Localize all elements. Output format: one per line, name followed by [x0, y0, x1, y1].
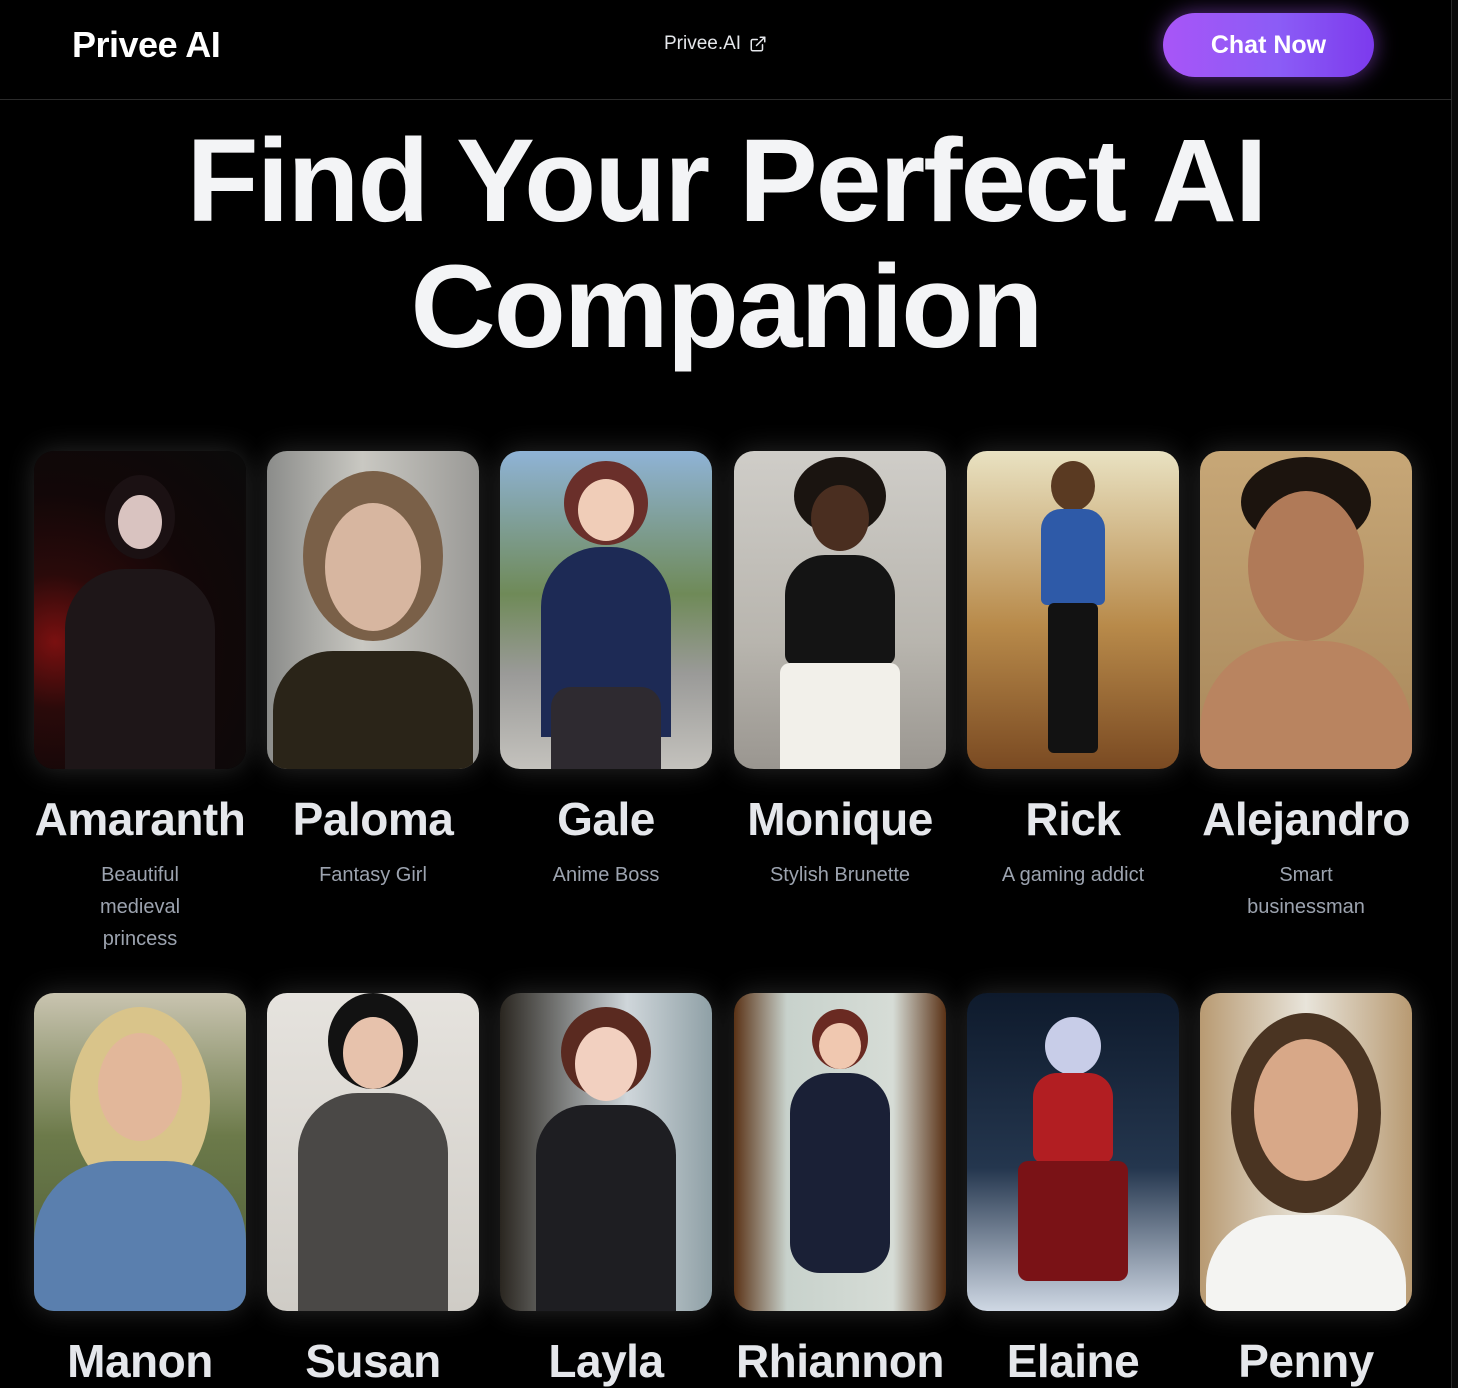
companion-photo[interactable]: [1200, 993, 1412, 1311]
companion-photo[interactable]: [967, 993, 1179, 1311]
companion-description: Stylish Brunette: [769, 864, 911, 886]
companion-photo[interactable]: [500, 993, 712, 1311]
companion-card-elaine[interactable]: Elaine: [967, 993, 1179, 1387]
companion-name: Susan: [305, 1335, 441, 1387]
scrollbar[interactable]: [1451, 0, 1458, 1388]
companion-description: Smart businessman: [1247, 864, 1365, 918]
companion-name: Amaranth: [34, 793, 246, 845]
companion-description: Beautiful medieval princess: [99, 864, 181, 950]
privee-ai-link[interactable]: Privee.AI: [664, 33, 767, 55]
companion-description: A gaming addict: [1001, 864, 1145, 886]
companion-photo[interactable]: [1200, 451, 1412, 769]
companion-photo[interactable]: [500, 451, 712, 769]
page: Privee AI Privee.AI Chat Now Find Your P…: [0, 0, 1458, 1388]
companion-name: Paloma: [292, 793, 454, 845]
companion-card-gale[interactable]: Gale Anime Boss: [500, 451, 712, 891]
hero-title-text: Find Your Perfect AI Companion: [186, 115, 1268, 373]
companion-card-paloma[interactable]: Paloma Fantasy Girl: [267, 451, 479, 891]
companion-photo[interactable]: [34, 993, 246, 1311]
companion-description: Anime Boss: [552, 864, 660, 886]
companion-name: Manon: [67, 1335, 213, 1387]
privee-ai-link-label: Privee.AI: [664, 33, 742, 54]
companion-photo[interactable]: [734, 451, 946, 769]
companion-card-amaranth[interactable]: Amaranth Beautiful medieval princess: [34, 451, 246, 955]
companion-name: Elaine: [1006, 1335, 1140, 1387]
companion-card-layla[interactable]: Layla: [500, 993, 712, 1387]
companion-name: Monique: [747, 793, 933, 845]
companion-name: Rhiannon: [735, 1335, 945, 1387]
companion-photo[interactable]: [267, 993, 479, 1311]
external-link-icon: [750, 36, 766, 52]
companion-card-monique[interactable]: Monique Stylish Brunette: [734, 451, 946, 891]
companion-name: Gale: [557, 793, 655, 845]
companion-photo[interactable]: [967, 451, 1179, 769]
companion-card-manon[interactable]: Manon: [34, 993, 246, 1387]
companion-card-rick[interactable]: Rick A gaming addict: [967, 451, 1179, 891]
companion-card-alejandro[interactable]: Alejandro Smart businessman: [1200, 451, 1412, 923]
companion-name: Rick: [1025, 793, 1121, 845]
companion-photo[interactable]: [34, 451, 246, 769]
companion-card-rhiannon[interactable]: Rhiannon: [734, 993, 946, 1387]
companion-card-susan[interactable]: Susan: [267, 993, 479, 1387]
companion-photo[interactable]: [734, 993, 946, 1311]
hero-title: Find Your Perfect AI Companion: [0, 118, 1452, 370]
companion-name: Penny: [1238, 1335, 1374, 1387]
top-navbar: Privee AI Privee.AI Chat Now: [0, 0, 1452, 100]
companion-name: Alejandro: [1202, 793, 1410, 845]
companion-card-penny[interactable]: Penny: [1200, 993, 1412, 1387]
companion-name: Layla: [548, 1335, 664, 1387]
companion-photo[interactable]: [267, 451, 479, 769]
chat-now-button[interactable]: Chat Now: [1163, 13, 1374, 77]
brand-logo[interactable]: Privee AI: [72, 24, 221, 66]
companion-description: Fantasy Girl: [319, 864, 427, 886]
